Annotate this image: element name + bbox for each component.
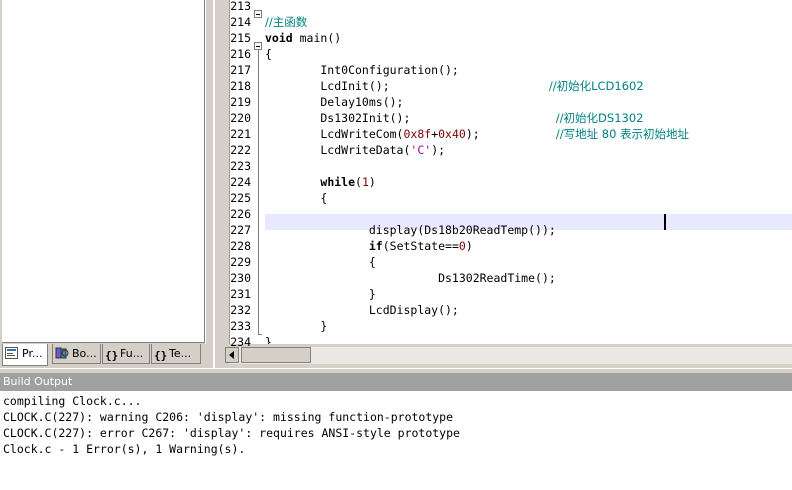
code-line: } (265, 287, 376, 301)
code-line: LcdWriteData('C'); (265, 143, 446, 157)
build-output-pane[interactable]: compiling Clock.c... CLOCK.C(227): warni… (0, 391, 792, 490)
editor-margin-bar (215, 0, 230, 344)
line-number: 214 (230, 15, 251, 29)
line-number: 217 (230, 63, 251, 77)
books-icon (55, 346, 69, 359)
line-number: 233 (230, 319, 251, 333)
line-number: 227 (230, 223, 251, 237)
functions-icon: {} (105, 349, 119, 362)
code-line: LcdInit(); //初始化LCD1602 (265, 79, 644, 93)
line-number: 230 (230, 271, 251, 285)
code-line: Delay10ms(); (265, 95, 404, 109)
code-line: LcdWriteCom(0x8f+0x40); //写地址 80 表示初始地址 (265, 127, 690, 141)
line-number: 222 (230, 143, 251, 157)
line-number: 223 (230, 159, 251, 173)
line-number: 225 (230, 191, 251, 205)
line-number: 219 (230, 95, 251, 109)
code-line: void main() (265, 31, 342, 45)
fold-toggle-214[interactable] (254, 10, 262, 18)
tab-books[interactable]: Bo... (52, 344, 101, 364)
code-line: Ds1302ReadTime(); (265, 271, 556, 285)
tab-project-label: Pr... (22, 347, 43, 360)
line-number: 232 (230, 303, 251, 317)
code-line: } (265, 319, 328, 333)
project-icon (5, 346, 19, 359)
line-number: 231 (230, 287, 251, 301)
line-number: 226 (230, 207, 251, 221)
horizontal-scrollbar-track[interactable] (229, 347, 792, 364)
line-number: 220 (230, 111, 251, 125)
line-number: 229 (230, 255, 251, 269)
code-line: display(Ds18b20ReadTemp()); (265, 223, 556, 237)
line-number: 218 (230, 79, 251, 93)
templates-icon: {} (154, 349, 168, 362)
tab-functions[interactable]: {} Fu... (102, 344, 150, 364)
line-number: 228 (230, 239, 251, 253)
build-output-line: CLOCK.C(227): warning C206: 'display': m… (3, 410, 454, 424)
build-output-line: compiling Clock.c... (3, 394, 142, 408)
build-output-line: Clock.c - 1 Error(s), 1 Warning(s). (3, 442, 246, 456)
code-line: //主函数 (265, 15, 308, 29)
code-line: LcdDisplay(); (265, 303, 459, 317)
code-line: { (265, 47, 272, 61)
build-output-line: CLOCK.C(227): error C267: 'display': req… (3, 426, 460, 440)
project-vertical-scrollbar[interactable] (205, 0, 213, 344)
text-caret (664, 214, 666, 230)
line-number: 224 (230, 175, 251, 189)
tab-project[interactable]: Pr... (2, 344, 48, 366)
tab-templates[interactable]: {} Te... (151, 344, 201, 364)
code-line: { (265, 255, 376, 269)
tab-functions-label: Fu... (120, 347, 144, 360)
fold-guide (258, 50, 259, 334)
code-line: if(SetState==0) (368, 239, 473, 253)
tab-books-label: Bo... (72, 347, 97, 360)
line-number: 213 (230, 0, 251, 13)
line-number: 234 (230, 335, 251, 349)
fold-end-marker (258, 334, 262, 335)
project-panel-tabs: Pr... Bo... {} Fu... {} Te... (0, 344, 213, 368)
line-number: 216 (230, 47, 251, 61)
code-line: { (265, 191, 328, 205)
build-output-title: Build Output (3, 375, 73, 388)
fold-toggle-216[interactable] (254, 42, 262, 50)
code-line: Ds1302Init(); //初始化DS1302 (265, 111, 644, 125)
code-line: while(1) (320, 175, 376, 189)
project-tree[interactable] (2, 0, 205, 343)
code-line: Int0Configuration(); (265, 63, 459, 77)
build-output-header (0, 373, 792, 391)
line-number: 221 (230, 127, 251, 141)
tab-templates-label: Te... (169, 347, 192, 360)
horizontal-scrollbar-thumb[interactable] (241, 347, 311, 363)
line-number: 215 (230, 31, 251, 45)
